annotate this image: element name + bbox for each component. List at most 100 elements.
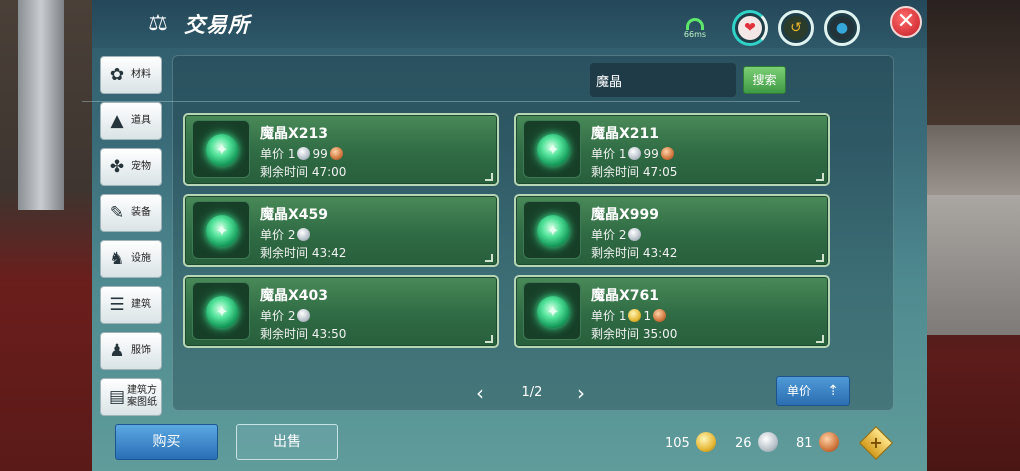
listing-time: 剩余时间 43:42 bbox=[591, 246, 678, 260]
prev-page-icon[interactable]: ‹ bbox=[472, 383, 488, 403]
listing-time: 剩余时间 43:42 bbox=[260, 246, 347, 260]
sidebar-item-materials[interactable]: ✿ 材料 bbox=[100, 56, 162, 94]
building-icon: ☰ bbox=[109, 295, 125, 315]
magic-crystal-icon: ✦ bbox=[206, 215, 238, 247]
listing-card[interactable]: ✦ 魔晶X999 单价 2 剩余时间 43:42 bbox=[514, 194, 830, 267]
search-input[interactable] bbox=[590, 63, 736, 97]
materials-icon: ✿ bbox=[109, 65, 125, 85]
corner-mark bbox=[816, 173, 824, 181]
listing-price: 单价 2 bbox=[591, 226, 643, 243]
gold-coin-icon bbox=[695, 432, 716, 452]
listing-card[interactable]: ✦ 魔晶X459 单价 2 剩余时间 43:42 bbox=[183, 194, 499, 267]
item-icon: ▲ bbox=[110, 111, 124, 131]
copper-amount: 81 bbox=[796, 436, 813, 451]
listing-time: 剩余时间 47:00 bbox=[260, 165, 347, 179]
wallet-gold: 105 bbox=[665, 432, 718, 454]
sidebar-item-pets[interactable]: ✤ 宠物 bbox=[100, 148, 162, 186]
corner-mark bbox=[816, 254, 824, 262]
corner-mark bbox=[485, 254, 493, 262]
copper-coin-icon bbox=[329, 147, 343, 160]
window-title: 交易所 bbox=[184, 13, 250, 37]
sidebar-item-label: 道具 bbox=[131, 115, 151, 126]
sidebar-item-equipment[interactable]: ✎ 装备 bbox=[100, 194, 162, 232]
silver-coin-icon bbox=[757, 432, 778, 452]
sidebar-item-label: 装备 bbox=[131, 207, 151, 218]
listing-name: 魔晶X211 bbox=[591, 126, 660, 142]
health-stat[interactable]: ❤ bbox=[732, 10, 768, 46]
magic-crystal-icon: ✦ bbox=[537, 215, 569, 247]
listing-name: 魔晶X403 bbox=[260, 288, 329, 304]
sidebar-item-label: 建筑方案图纸 bbox=[127, 385, 157, 408]
sell-button[interactable]: 出售 bbox=[236, 424, 338, 460]
listing-card[interactable]: ✦ 魔晶X403 单价 2 剩余时间 43:50 bbox=[183, 275, 499, 348]
listing-card[interactable]: ✦ 魔晶X211 单价 1 99 剩余时间 47:05 bbox=[514, 113, 830, 186]
health-icon: ❤ bbox=[738, 16, 762, 40]
item-frame: ✦ bbox=[192, 120, 250, 178]
listing-time: 剩余时间 35:00 bbox=[591, 327, 678, 341]
corner-mark bbox=[485, 173, 493, 181]
sidebar-item-label: 宠物 bbox=[131, 161, 151, 172]
copper-coin-icon bbox=[660, 147, 674, 160]
sort-label: 单价 bbox=[787, 384, 812, 398]
search-field[interactable] bbox=[590, 63, 736, 97]
sidebar-item-label: 建筑 bbox=[131, 299, 151, 310]
magic-crystal-icon: ✦ bbox=[206, 296, 238, 328]
plus-icon: + bbox=[869, 433, 883, 452]
corner-mark bbox=[816, 335, 824, 343]
hunger-stat[interactable]: ↺ bbox=[778, 10, 814, 46]
sidebar-item-label: 设施 bbox=[131, 253, 151, 264]
listing-card[interactable]: ✦ 魔晶X761 单价 11 剩余时间 35:00 bbox=[514, 275, 830, 348]
close-button[interactable]: ✕ bbox=[890, 6, 922, 38]
network-ping: 66ms bbox=[678, 18, 712, 39]
copper-coin-icon bbox=[818, 432, 839, 452]
water-icon: ● bbox=[830, 16, 854, 40]
copper-coin-icon bbox=[653, 309, 667, 322]
background-left bbox=[0, 0, 100, 471]
sidebar-item-label: 材料 bbox=[131, 69, 151, 80]
magic-crystal-icon: ✦ bbox=[206, 134, 238, 166]
silver-coin-icon bbox=[628, 228, 642, 241]
sidebar-item-buildings[interactable]: ☰ 建筑 bbox=[100, 286, 162, 324]
gold-amount: 105 bbox=[665, 436, 690, 451]
sidebar-item-items[interactable]: ▲ 道具 bbox=[100, 102, 162, 140]
scales-icon: ⚖ bbox=[148, 11, 168, 36]
category-sidebar: ✿ 材料 ▲ 道具 ✤ 宠物 ✎ 装备 ♞ 设施 ☰ 建筑 ♟ 服饰 ▤ 建筑方案图纸 bbox=[100, 56, 162, 424]
listing-card[interactable]: ✦ 魔晶X213 单价 1 99 剩余时间 47:00 bbox=[183, 113, 499, 186]
page-indicator: 1/2 bbox=[521, 385, 543, 400]
sidebar-item-label: 服饰 bbox=[131, 345, 151, 356]
silver-coin-icon bbox=[628, 147, 642, 160]
listing-name: 魔晶X459 bbox=[260, 207, 329, 223]
corner-mark bbox=[485, 335, 493, 343]
sidebar-item-facilities[interactable]: ♞ 设施 bbox=[100, 240, 162, 278]
listing-price: 单价 1 99 bbox=[260, 145, 345, 162]
item-frame: ✦ bbox=[192, 201, 250, 259]
search-button[interactable]: 搜索 bbox=[743, 66, 786, 94]
item-frame: ✦ bbox=[192, 282, 250, 340]
listing-price: 单价 2 bbox=[260, 307, 312, 324]
divider bbox=[82, 101, 800, 102]
listing-time: 剩余时间 43:50 bbox=[260, 327, 347, 341]
clothing-icon: ♟ bbox=[109, 341, 125, 361]
listing-price: 单价 2 bbox=[260, 226, 312, 243]
sort-arrow-icon: ⇡ bbox=[827, 383, 839, 399]
sort-by-price-button[interactable]: 单价 ⇡ bbox=[776, 376, 850, 406]
next-page-icon[interactable]: › bbox=[573, 383, 589, 403]
listing-time: 剩余时间 47:05 bbox=[591, 165, 678, 179]
sidebar-item-clothing[interactable]: ♟ 服饰 bbox=[100, 332, 162, 370]
sidebar-item-blueprints[interactable]: ▤ 建筑方案图纸 bbox=[100, 378, 162, 416]
item-frame: ✦ bbox=[523, 120, 581, 178]
facility-icon: ♞ bbox=[109, 249, 125, 269]
stone-wall bbox=[920, 195, 1020, 335]
wallet-silver: 26 bbox=[735, 432, 780, 454]
wallet-copper: 81 bbox=[796, 432, 841, 454]
silver-coin-icon bbox=[297, 309, 311, 322]
listing-name: 魔晶X999 bbox=[591, 207, 660, 223]
item-frame: ✦ bbox=[523, 282, 581, 340]
equipment-icon: ✎ bbox=[109, 203, 125, 223]
title-bar: ⚖ 交易所 66ms ❤ ↺ ● ✕ bbox=[92, 0, 927, 48]
gold-coin-icon bbox=[628, 309, 642, 322]
listing-name: 魔晶X213 bbox=[260, 126, 329, 142]
silver-coin-icon bbox=[297, 147, 311, 160]
buy-button[interactable]: 购买 bbox=[115, 424, 218, 460]
water-stat[interactable]: ● bbox=[824, 10, 860, 46]
